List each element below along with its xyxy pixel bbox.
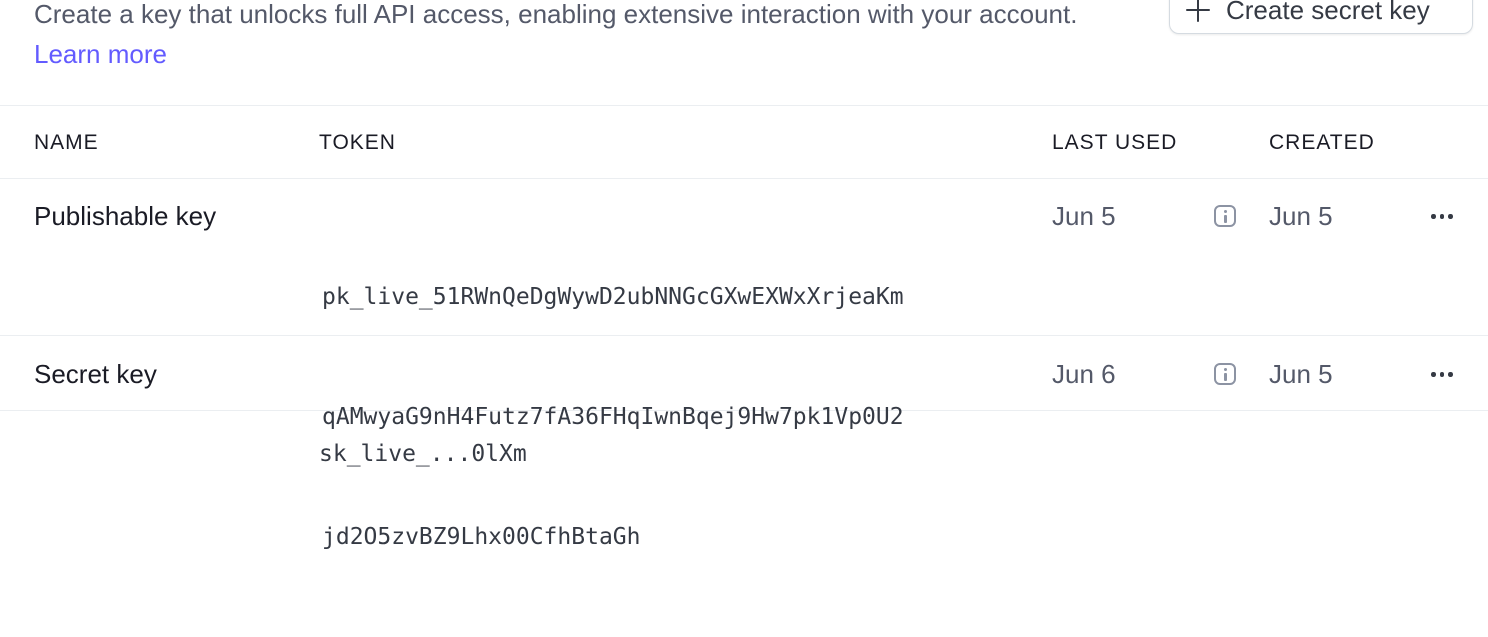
last-used-date: Jun 5 <box>1052 201 1116 231</box>
create-secret-key-button[interactable]: Create secret key <box>1169 0 1473 34</box>
table-top-divider <box>0 105 1488 106</box>
key-token[interactable]: sk_live_...0lXm <box>319 354 527 554</box>
description-text: Create a key that unlocks full API acces… <box>34 0 1078 29</box>
column-header-token[interactable]: TOKEN <box>319 131 396 155</box>
info-icon[interactable] <box>1214 205 1236 227</box>
plus-icon <box>1186 0 1210 22</box>
key-name: Publishable key <box>34 201 217 231</box>
more-actions-icon[interactable] <box>1428 364 1456 384</box>
column-header-name[interactable]: NAME <box>34 131 99 155</box>
created-date: Jun 5 <box>1269 201 1333 231</box>
api-keys-panel: Create a key that unlocks full API acces… <box>0 0 1488 550</box>
more-actions-icon[interactable] <box>1428 206 1456 226</box>
page-description: Create a key that unlocks full API acces… <box>34 0 1114 74</box>
learn-more-link[interactable]: Learn more <box>34 39 167 69</box>
create-secret-key-label: Create secret key <box>1226 0 1430 25</box>
info-icon[interactable] <box>1214 363 1236 385</box>
token-line: sk_live_...0lXm <box>319 441 527 467</box>
token-line: pk_live_51RWnQeDgWywD2ubNNGcGXwEXWxXrjea… <box>322 284 904 310</box>
key-name: Secret key <box>34 359 157 389</box>
column-header-last-used[interactable]: LAST USED <box>1052 131 1177 155</box>
last-used-date: Jun 6 <box>1052 359 1116 389</box>
header-divider <box>0 178 1488 179</box>
created-date: Jun 5 <box>1269 359 1333 389</box>
column-header-created[interactable]: CREATED <box>1269 131 1375 155</box>
